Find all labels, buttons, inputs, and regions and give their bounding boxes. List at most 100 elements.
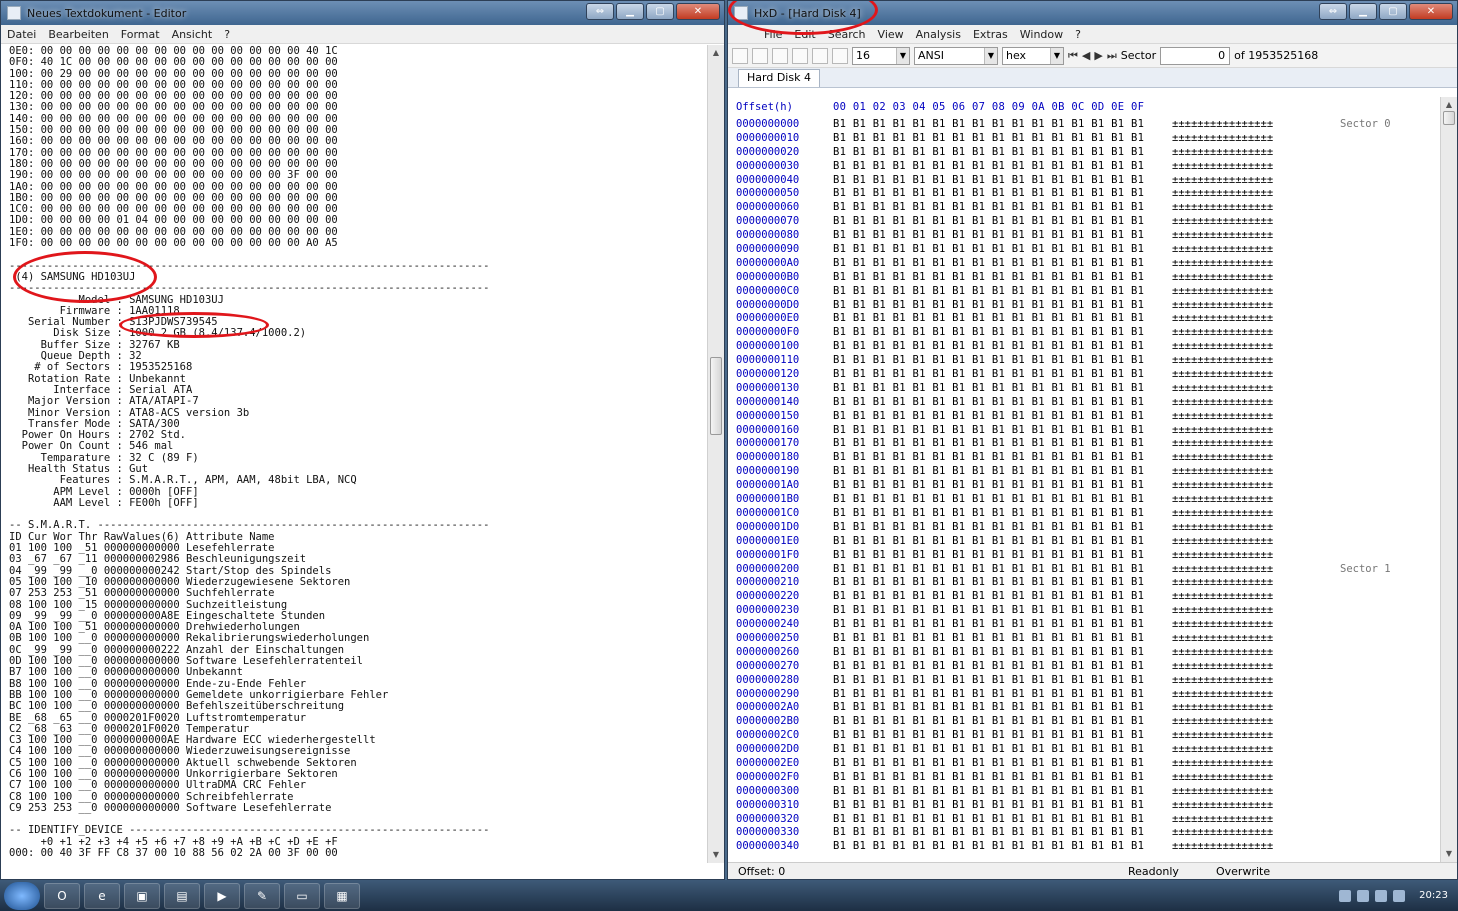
ascii-text[interactable]: ±±±±±±±±±±±±±±±± xyxy=(1172,618,1312,632)
hex-bytes[interactable]: B1 B1 B1 B1 B1 B1 B1 B1 B1 B1 B1 B1 B1 B… xyxy=(833,507,1172,521)
taskbar-opera-icon[interactable]: O xyxy=(44,882,80,909)
hxd-maximize-button[interactable]: ▢ xyxy=(1379,3,1407,20)
hex-bytes[interactable]: B1 B1 B1 B1 B1 B1 B1 B1 B1 B1 B1 B1 B1 B… xyxy=(833,424,1172,438)
first-sector-icon[interactable]: ⏮ xyxy=(1068,49,1078,63)
hex-bytes[interactable]: B1 B1 B1 B1 B1 B1 B1 B1 B1 B1 B1 B1 B1 B… xyxy=(833,326,1172,340)
hxd-minimize-button[interactable]: ▁ xyxy=(1349,3,1377,20)
hex-bytes[interactable]: B1 B1 B1 B1 B1 B1 B1 B1 B1 B1 B1 B1 B1 B… xyxy=(833,215,1172,229)
ascii-text[interactable]: ±±±±±±±±±±±±±±±± xyxy=(1172,590,1312,604)
ascii-text[interactable]: ±±±±±±±±±±±±±±±± xyxy=(1172,215,1312,229)
hex-bytes[interactable]: B1 B1 B1 B1 B1 B1 B1 B1 B1 B1 B1 B1 B1 B… xyxy=(833,549,1172,563)
hex-bytes[interactable]: B1 B1 B1 B1 B1 B1 B1 B1 B1 B1 B1 B1 B1 B… xyxy=(833,757,1172,771)
tray-security-icon[interactable] xyxy=(1393,889,1406,902)
hex-bytes[interactable]: B1 B1 B1 B1 B1 B1 B1 B1 B1 B1 B1 B1 B1 B… xyxy=(833,451,1172,465)
hex-bytes[interactable]: B1 B1 B1 B1 B1 B1 B1 B1 B1 B1 B1 B1 B1 B… xyxy=(833,285,1172,299)
hex-bytes[interactable]: B1 B1 B1 B1 B1 B1 B1 B1 B1 B1 B1 B1 B1 B… xyxy=(833,799,1172,813)
hex-bytes[interactable]: B1 B1 B1 B1 B1 B1 B1 B1 B1 B1 B1 B1 B1 B… xyxy=(833,479,1172,493)
ascii-text[interactable]: ±±±±±±±±±±±±±±±± xyxy=(1172,535,1312,549)
sector-input[interactable]: 0 xyxy=(1160,46,1231,65)
open-file-icon[interactable] xyxy=(752,47,768,64)
ascii-text[interactable]: ±±±±±±±±±±±±±±±± xyxy=(1172,479,1312,493)
editor-titlebar[interactable]: Neues Textdokument - Editor ⇔ ▁ ▢ ✕ xyxy=(1,1,724,25)
ascii-text[interactable]: ±±±±±±±±±±±±±±±± xyxy=(1172,826,1312,840)
taskbar-notepad-icon[interactable]: ▭ xyxy=(284,882,320,909)
ascii-text[interactable]: ±±±±±±±±±±±±±±±± xyxy=(1172,576,1312,590)
ascii-text[interactable]: ±±±±±±±±±±±±±±±± xyxy=(1172,729,1312,743)
hex-bytes[interactable]: B1 B1 B1 B1 B1 B1 B1 B1 B1 B1 B1 B1 B1 B… xyxy=(833,771,1172,785)
ascii-text[interactable]: ±±±±±±±±±±±±±±±± xyxy=(1172,312,1312,326)
hex-bytes[interactable]: B1 B1 B1 B1 B1 B1 B1 B1 B1 B1 B1 B1 B1 B… xyxy=(833,243,1172,257)
ascii-text[interactable]: ±±±±±±±±±±±±±±±± xyxy=(1172,424,1312,438)
hex-bytes[interactable]: B1 B1 B1 B1 B1 B1 B1 B1 B1 B1 B1 B1 B1 B… xyxy=(833,701,1172,715)
ascii-text[interactable]: ±±±±±±±±±±±±±±±± xyxy=(1172,563,1312,577)
ascii-text[interactable]: ±±±±±±±±±±±±±±±± xyxy=(1172,229,1312,243)
hex-bytes[interactable]: B1 B1 B1 B1 B1 B1 B1 B1 B1 B1 B1 B1 B1 B… xyxy=(833,201,1172,215)
ascii-text[interactable]: ±±±±±±±±±±±±±±±± xyxy=(1172,340,1312,354)
last-sector-icon[interactable]: ⏭ xyxy=(1107,49,1117,63)
hex-bytes[interactable]: B1 B1 B1 B1 B1 B1 B1 B1 B1 B1 B1 B1 B1 B… xyxy=(833,382,1172,396)
ascii-text[interactable]: ±±±±±±±±±±±±±±±± xyxy=(1172,507,1312,521)
ascii-text[interactable]: ±±±±±±±±±±±±±±±± xyxy=(1172,354,1312,368)
ascii-text[interactable]: ±±±±±±±±±±±±±±±± xyxy=(1172,132,1312,146)
ascii-text[interactable]: ±±±±±±±±±±±±±±±± xyxy=(1172,785,1312,799)
tab-hard-disk-4[interactable]: Hard Disk 4 xyxy=(738,69,820,87)
hex-bytes[interactable]: B1 B1 B1 B1 B1 B1 B1 B1 B1 B1 B1 B1 B1 B… xyxy=(833,660,1172,674)
tray-volume-icon[interactable] xyxy=(1357,889,1370,902)
ascii-text[interactable]: ±±±±±±±±±±±±±±±± xyxy=(1172,743,1312,757)
menu-ansicht[interactable]: Ansicht xyxy=(166,28,219,41)
hxd-restore-button[interactable]: ⇔ xyxy=(1319,3,1347,20)
menu-help[interactable]: ? xyxy=(1069,28,1087,41)
ascii-text[interactable]: ±±±±±±±±±±±±±±±± xyxy=(1172,201,1312,215)
hex-bytes[interactable]: B1 B1 B1 B1 B1 B1 B1 B1 B1 B1 B1 B1 B1 B… xyxy=(833,646,1172,660)
ascii-text[interactable]: ±±±±±±±±±±±±±±±± xyxy=(1172,549,1312,563)
hex-bytes[interactable]: B1 B1 B1 B1 B1 B1 B1 B1 B1 B1 B1 B1 B1 B… xyxy=(833,229,1172,243)
taskbar-tool-icon[interactable]: ✎ xyxy=(244,882,280,909)
ascii-text[interactable]: ±±±±±±±±±±±±±±±± xyxy=(1172,715,1312,729)
ascii-text[interactable]: ±±±±±±±±±±±±±±±± xyxy=(1172,146,1312,160)
scroll-down-arrow-icon[interactable]: ▼ xyxy=(1441,846,1457,862)
bytes-per-row-select[interactable]: 16 ▼ xyxy=(852,46,910,65)
ascii-text[interactable]: ±±±±±±±±±±±±±±±± xyxy=(1172,701,1312,715)
hex-bytes[interactable]: B1 B1 B1 B1 B1 B1 B1 B1 B1 B1 B1 B1 B1 B… xyxy=(833,396,1172,410)
ascii-text[interactable]: ±±±±±±±±±±±±±±±± xyxy=(1172,493,1312,507)
hex-bytes[interactable]: B1 B1 B1 B1 B1 B1 B1 B1 B1 B1 B1 B1 B1 B… xyxy=(833,174,1172,188)
taskbar-ie-icon[interactable]: e xyxy=(84,882,120,909)
open-disk-icon[interactable] xyxy=(792,47,808,64)
menu-view[interactable]: View xyxy=(872,28,910,41)
hxd-close-button[interactable]: ✕ xyxy=(1409,3,1453,20)
menu-analysis[interactable]: Analysis xyxy=(910,28,967,41)
scroll-thumb[interactable] xyxy=(710,357,722,435)
hex-bytes[interactable]: B1 B1 B1 B1 B1 B1 B1 B1 B1 B1 B1 B1 B1 B… xyxy=(833,535,1172,549)
ascii-text[interactable]: ±±±±±±±±±±±±±±±± xyxy=(1172,521,1312,535)
hex-bytes[interactable]: B1 B1 B1 B1 B1 B1 B1 B1 B1 B1 B1 B1 B1 B… xyxy=(833,729,1172,743)
restore-button[interactable]: ⇔ xyxy=(586,3,614,20)
hex-bytes[interactable]: B1 B1 B1 B1 B1 B1 B1 B1 B1 B1 B1 B1 B1 B… xyxy=(833,521,1172,535)
ascii-text[interactable]: ±±±±±±±±±±±±±±±± xyxy=(1172,437,1312,451)
ascii-text[interactable]: ±±±±±±±±±±±±±±±± xyxy=(1172,604,1312,618)
hex-bytes[interactable]: B1 B1 B1 B1 B1 B1 B1 B1 B1 B1 B1 B1 B1 B… xyxy=(833,576,1172,590)
minimize-button[interactable]: ▁ xyxy=(616,3,644,20)
hex-bytes[interactable]: B1 B1 B1 B1 B1 B1 B1 B1 B1 B1 B1 B1 B1 B… xyxy=(833,604,1172,618)
hex-bytes[interactable]: B1 B1 B1 B1 B1 B1 B1 B1 B1 B1 B1 B1 B1 B… xyxy=(833,312,1172,326)
menu-extras[interactable]: Extras xyxy=(967,28,1014,41)
start-button[interactable] xyxy=(4,881,40,910)
ascii-text[interactable]: ±±±±±±±±±±±±±±±± xyxy=(1172,118,1312,132)
hex-bytes[interactable]: B1 B1 B1 B1 B1 B1 B1 B1 B1 B1 B1 B1 B1 B… xyxy=(833,743,1172,757)
hex-bytes[interactable]: B1 B1 B1 B1 B1 B1 B1 B1 B1 B1 B1 B1 B1 B… xyxy=(833,187,1172,201)
hex-bytes[interactable]: B1 B1 B1 B1 B1 B1 B1 B1 B1 B1 B1 B1 B1 B… xyxy=(833,632,1172,646)
hex-bytes[interactable]: B1 B1 B1 B1 B1 B1 B1 B1 B1 B1 B1 B1 B1 B… xyxy=(833,368,1172,382)
taskbar-media-icon[interactable]: ▶ xyxy=(204,882,240,909)
ascii-text[interactable]: ±±±±±±±±±±±±±±±± xyxy=(1172,382,1312,396)
editor-vertical-scrollbar[interactable]: ▲ ▼ xyxy=(707,45,724,863)
ascii-text[interactable]: ±±±±±±±±±±±±±±±± xyxy=(1172,451,1312,465)
scroll-thumb[interactable] xyxy=(1443,111,1455,125)
hex-bytes[interactable]: B1 B1 B1 B1 B1 B1 B1 B1 B1 B1 B1 B1 B1 B… xyxy=(833,271,1172,285)
prev-sector-icon[interactable]: ◀ xyxy=(1082,49,1090,62)
hex-bytes[interactable]: B1 B1 B1 B1 B1 B1 B1 B1 B1 B1 B1 B1 B1 B… xyxy=(833,354,1172,368)
hex-bytes[interactable]: B1 B1 B1 B1 B1 B1 B1 B1 B1 B1 B1 B1 B1 B… xyxy=(833,715,1172,729)
hex-bytes[interactable]: B1 B1 B1 B1 B1 B1 B1 B1 B1 B1 B1 B1 B1 B… xyxy=(833,160,1172,174)
display-mode-select[interactable]: hex ▼ xyxy=(1002,46,1064,65)
editor-text-area[interactable]: 0E0: 00 00 00 00 00 00 00 00 00 00 00 00… xyxy=(9,45,709,859)
menu-format[interactable]: Format xyxy=(115,28,166,41)
ascii-text[interactable]: ±±±±±±±±±±±±±±±± xyxy=(1172,326,1312,340)
